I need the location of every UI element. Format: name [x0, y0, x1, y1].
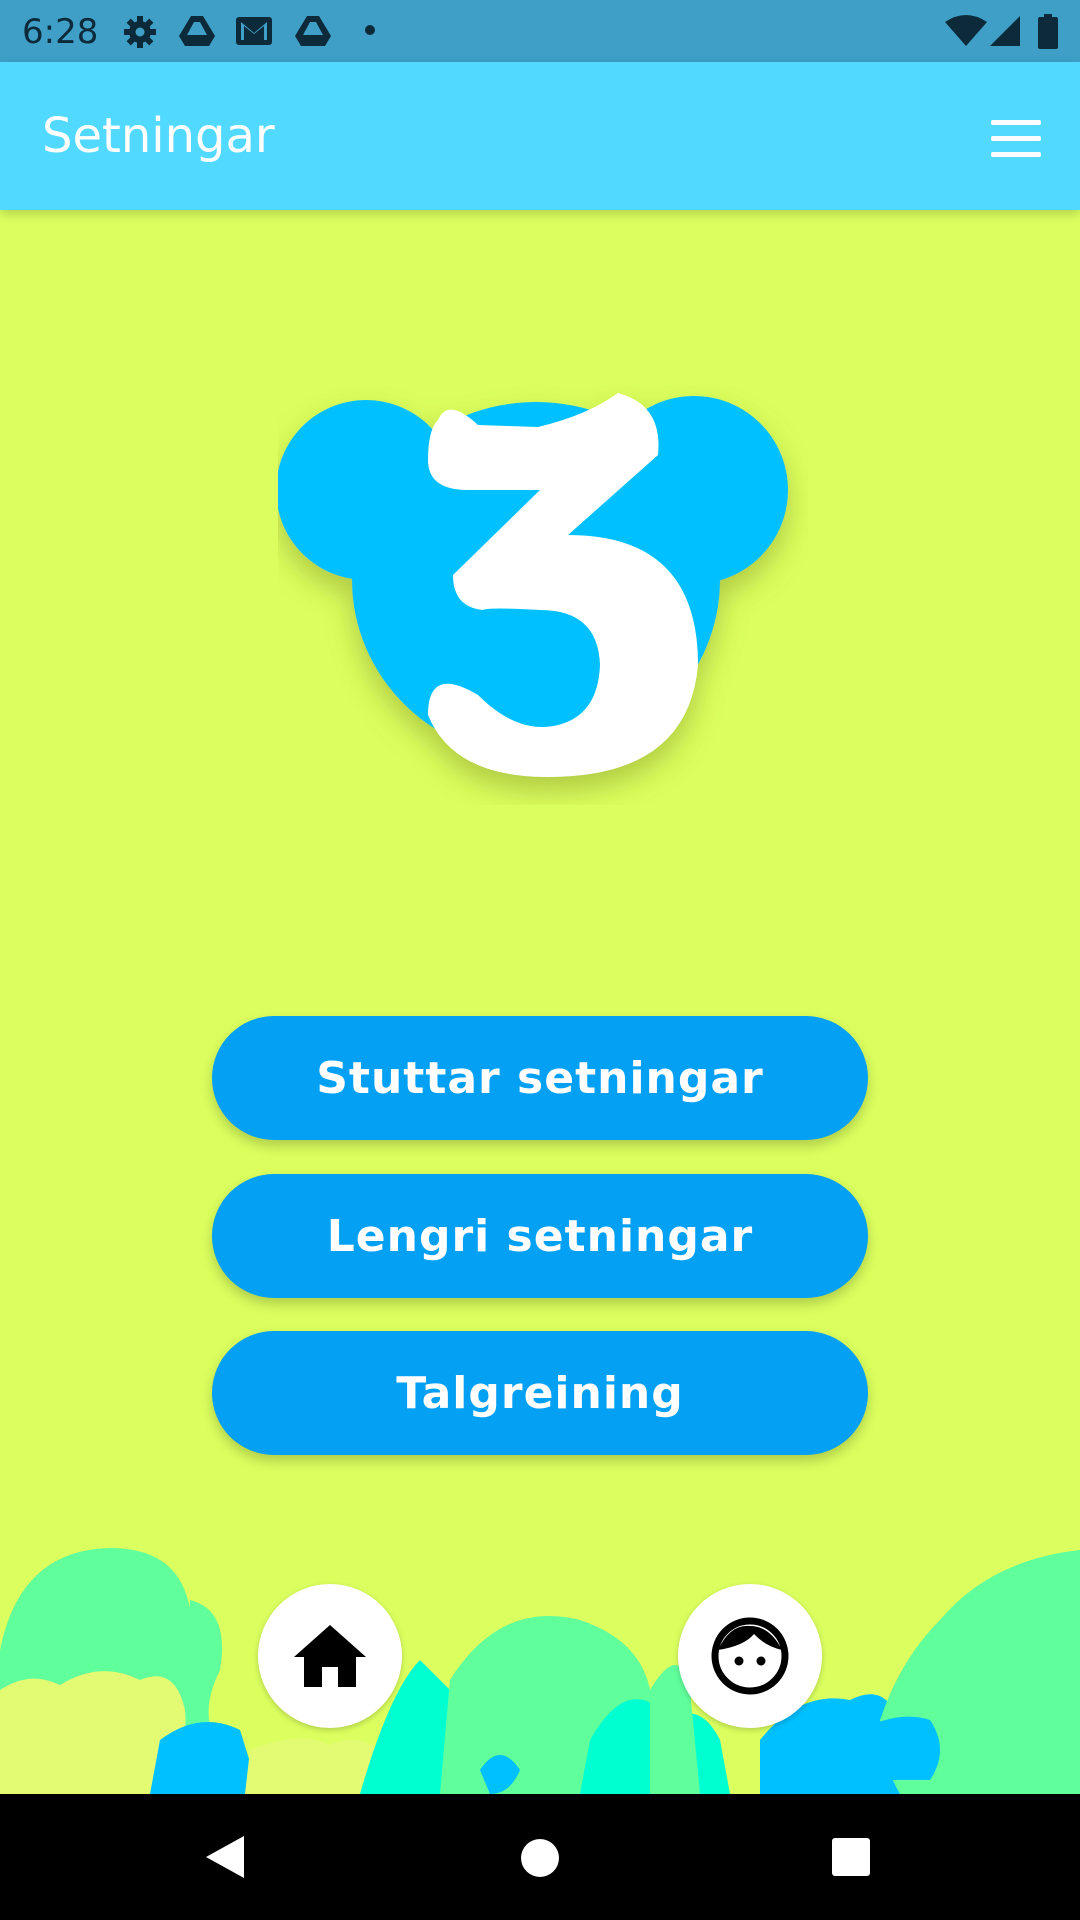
short-sentences-button[interactable]: Stuttar setningar [212, 1016, 868, 1140]
number-analysis-button[interactable]: Talgreining [212, 1331, 868, 1455]
drive-icon-2 [295, 16, 331, 46]
longer-sentences-button[interactable]: Lengri setningar [212, 1174, 868, 1298]
face-icon [711, 1617, 789, 1695]
profile-button[interactable] [678, 1584, 822, 1728]
status-time: 6:28 [22, 12, 99, 52]
app-bar: Setningar [0, 62, 1080, 210]
drive-icon [179, 16, 215, 46]
gmail-icon [236, 17, 272, 45]
home-circle-icon[interactable] [518, 1836, 562, 1880]
settings-icon [124, 16, 156, 48]
battery-icon [1038, 14, 1058, 49]
dot-icon [365, 25, 375, 35]
recents-square-icon[interactable] [830, 1836, 872, 1878]
signal-icon [990, 16, 1020, 46]
status-bar: 6:28 [0, 0, 1080, 62]
hamburger-menu-icon[interactable] [986, 116, 1046, 166]
home-button[interactable] [258, 1584, 402, 1728]
wifi-icon [945, 15, 987, 46]
app-logo [278, 393, 788, 777]
system-nav-bar [0, 1794, 1080, 1920]
page-title: Setningar [42, 108, 275, 164]
back-icon[interactable] [202, 1834, 248, 1880]
home-icon [294, 1625, 366, 1687]
bottom-scenery [0, 1548, 1080, 1794]
